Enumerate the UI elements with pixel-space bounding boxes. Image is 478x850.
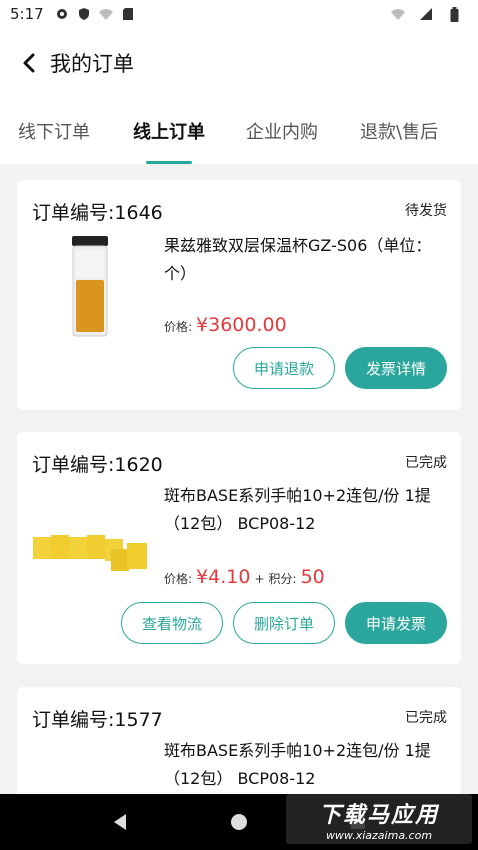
tab-label: 企业内购: [246, 122, 318, 143]
product-name[interactable]: 斑布BASE系列手帕10+2连包/份 1提（12包） BCP08-12: [164, 737, 449, 793]
thermos-cup-image: [72, 236, 108, 337]
status-bar: 5:17: [0, 0, 478, 28]
watermark-url: www.xiazaima.com: [325, 828, 433, 842]
request-refund-button[interactable]: 申请退款: [233, 347, 335, 389]
tab-label: 线上订单: [133, 122, 205, 143]
view-logistics-button[interactable]: 查看物流: [121, 602, 223, 644]
order-card[interactable]: 订单编号:1620 已完成 斑布BASE系列手帕10+2连包/份 1提（12包）…: [17, 432, 461, 664]
tab-label: 退款\售后: [360, 122, 439, 143]
chevron-left-icon: [23, 53, 35, 73]
wifi-off-icon: [390, 6, 406, 22]
price-row: 价格: ¥4.10 + 积分: 50: [164, 566, 325, 588]
battery-icon: [446, 6, 462, 22]
tab-offline-orders[interactable]: 线下订单: [18, 98, 90, 164]
active-tab-indicator: [146, 161, 192, 164]
wifi-question-icon: [98, 6, 114, 22]
request-invoice-button[interactable]: 申请发票: [345, 602, 447, 644]
price-value: ¥4.10: [196, 566, 251, 588]
price-row: 价格: ¥3600.00: [164, 314, 287, 336]
signal-icon: [418, 6, 434, 22]
settings-gear-icon: [54, 6, 70, 22]
sd-card-icon: [120, 6, 136, 22]
order-status: 待发货: [405, 203, 447, 219]
triangle-back-icon: [113, 814, 126, 830]
nav-back-button[interactable]: [110, 812, 130, 832]
product-thumbnail[interactable]: [31, 492, 149, 598]
order-actions: 查看物流 删除订单 申请发票: [121, 602, 447, 644]
invoice-details-button[interactable]: 发票详情: [345, 347, 447, 389]
order-number: 订单编号:1620: [32, 454, 163, 476]
product-name[interactable]: 果兹雅致双层保温杯GZ-S06（单位：个）: [164, 232, 449, 288]
watermark: 下载马应用 www.xiazaima.com: [286, 794, 472, 844]
tab-enterprise-purchase[interactable]: 企业内购: [246, 98, 318, 164]
product-thumbnail[interactable]: [31, 234, 149, 340]
nav-home-button[interactable]: [229, 812, 249, 832]
order-number: 订单编号:1577: [32, 709, 163, 731]
price-label: 价格:: [164, 320, 193, 334]
tissue-pack-image: [33, 535, 147, 571]
order-actions: 申请退款 发票详情: [233, 347, 447, 389]
page-title: 我的订单: [50, 52, 134, 76]
circle-home-icon: [230, 814, 247, 830]
tab-label: 线下订单: [18, 122, 90, 143]
tab-online-orders[interactable]: 线上订单: [133, 98, 205, 164]
status-time: 5:17: [10, 5, 44, 23]
app-header: 我的订单: [0, 28, 478, 98]
order-list-screen: 5:17 我的订单 线下订单 线上订单 企业内购 退款\售后 订单编号:1646…: [0, 0, 478, 850]
price-label: 价格:: [164, 572, 193, 586]
points-label: 积分:: [268, 572, 297, 586]
order-number: 订单编号:1646: [32, 202, 163, 224]
order-status: 已完成: [405, 455, 447, 471]
plus-sign: +: [254, 572, 265, 586]
points-value: 50: [300, 566, 325, 588]
order-card[interactable]: 订单编号:1646 待发货 果兹雅致双层保温杯GZ-S06（单位：个） 价格: …: [17, 180, 461, 410]
back-button[interactable]: [14, 48, 44, 78]
price-value: ¥3600.00: [196, 314, 287, 336]
tab-refund-aftersale[interactable]: 退款\售后: [360, 98, 438, 164]
product-name[interactable]: 斑布BASE系列手帕10+2连包/份 1提（12包） BCP08-12: [164, 482, 449, 538]
shield-icon: [76, 6, 92, 22]
order-tabs: 线下订单 线上订单 企业内购 退款\售后: [0, 98, 478, 164]
delete-order-button[interactable]: 删除订单: [233, 602, 335, 644]
watermark-title: 下载马应用: [318, 802, 439, 828]
order-status: 已完成: [405, 710, 447, 726]
